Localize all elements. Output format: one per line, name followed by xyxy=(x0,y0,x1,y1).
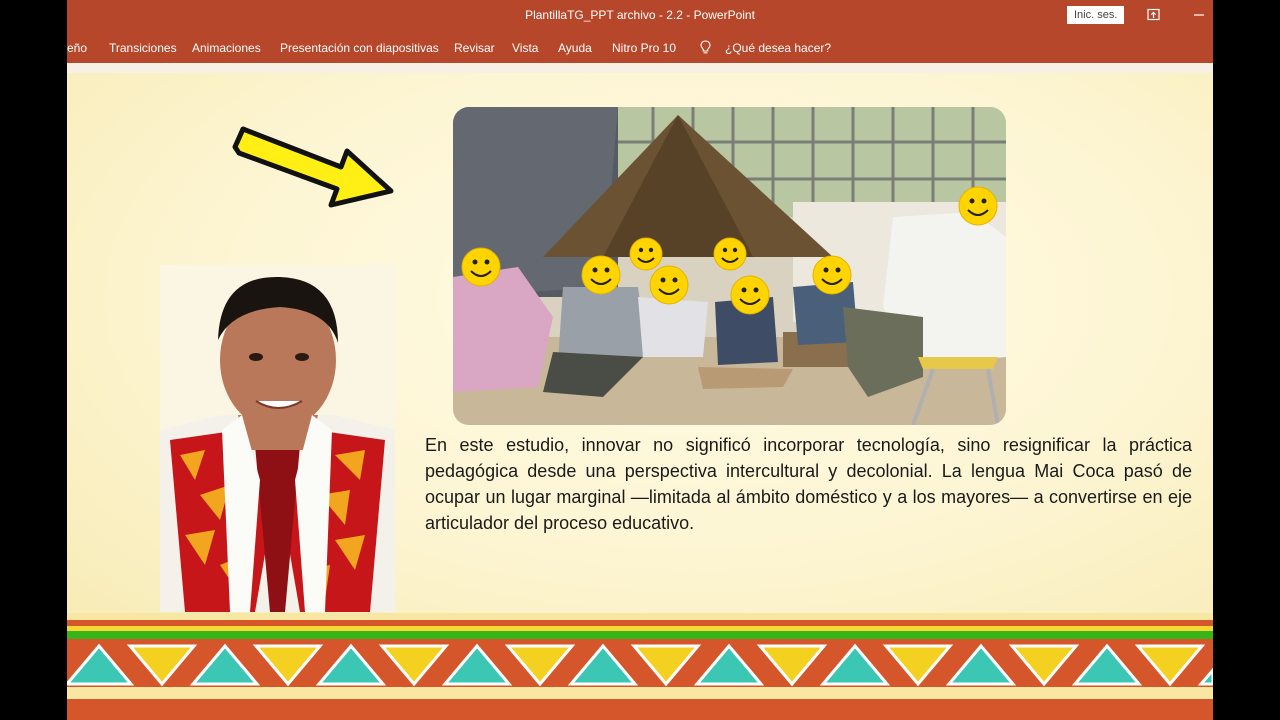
window-title: PlantillaTG_PPT archivo - 2.2 - PowerPoi… xyxy=(525,8,755,22)
share-icon[interactable] xyxy=(1147,8,1160,24)
tab-transiciones[interactable]: Transiciones xyxy=(109,41,177,55)
decorative-border xyxy=(67,613,1213,720)
tab-animaciones[interactable]: Animaciones xyxy=(192,41,261,55)
classroom-photo[interactable] xyxy=(453,107,1006,425)
yellow-arrow-shape[interactable] xyxy=(231,117,395,209)
tab-nitro[interactable]: Nitro Pro 10 xyxy=(612,41,676,55)
tab-vista[interactable]: Vista xyxy=(512,41,538,55)
tab-diseno[interactable]: eño xyxy=(67,41,87,55)
tab-presentacion[interactable]: Presentación con diapositivas xyxy=(280,41,439,55)
ribbon-tabs: eño Transiciones Animaciones Presentació… xyxy=(67,32,1213,63)
minimize-icon[interactable] xyxy=(1193,8,1205,24)
tab-ayuda[interactable]: Ayuda xyxy=(558,41,592,55)
sign-in-button[interactable]: Inic. ses. xyxy=(1067,6,1125,24)
slide-top-edge xyxy=(67,63,1213,73)
slide-paragraph[interactable]: En este estudio, innovar no significó in… xyxy=(425,432,1192,536)
tell-me-search[interactable]: ¿Qué desea hacer? xyxy=(725,41,831,55)
lightbulb-icon[interactable] xyxy=(699,40,712,55)
powerpoint-window: PlantillaTG_PPT archivo - 2.2 - PowerPoi… xyxy=(67,0,1213,720)
tab-revisar[interactable]: Revisar xyxy=(454,41,495,55)
presenter-webcam xyxy=(160,265,395,612)
slide-canvas[interactable]: En este estudio, innovar no significó in… xyxy=(67,63,1213,720)
title-bar: PlantillaTG_PPT archivo - 2.2 - PowerPoi… xyxy=(67,0,1213,32)
